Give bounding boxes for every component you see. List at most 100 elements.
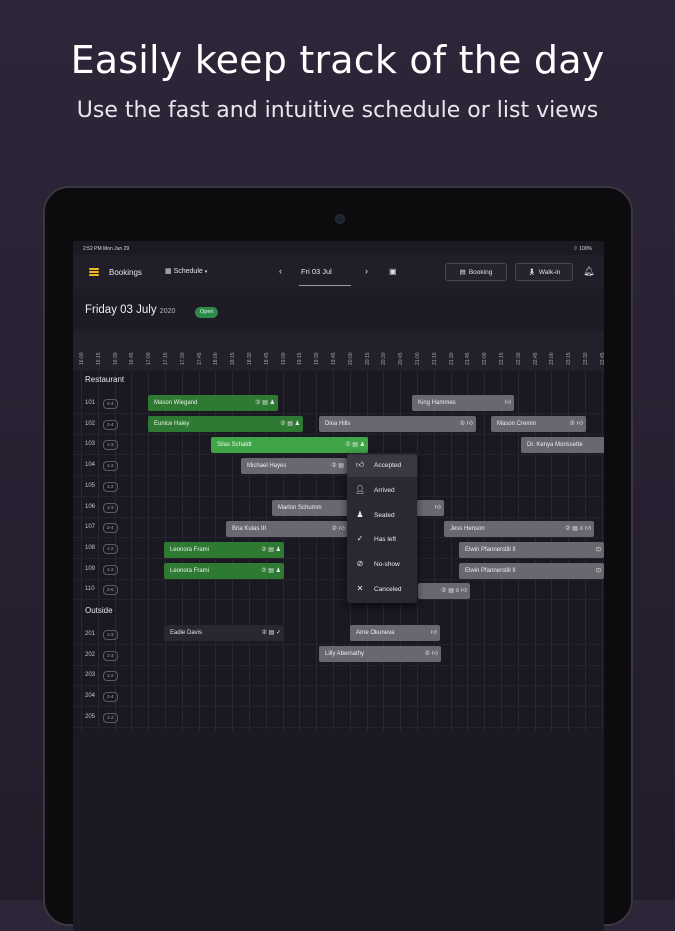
booking-block[interactable]: Lilly Abernathy ② 👍︎	[319, 646, 441, 662]
table-number: 203	[85, 672, 96, 679]
booking-status-icons: ② 👍︎	[331, 526, 345, 532]
booking-guest-name: Dr. Kenya Morissette	[527, 442, 583, 448]
menu-item-arrived[interactable]: 👤︎ Arrived	[347, 480, 417, 502]
new-booking-button[interactable]: ▤ Booking	[445, 263, 507, 281]
menu-item-label: Seated	[374, 512, 395, 519]
booking-block[interactable]: Mason Cremin ② 👍︎	[491, 416, 586, 432]
booking-block[interactable]: Elwin Pfannerstill II ⊡	[459, 542, 604, 558]
booking-block[interactable]: Dina Hills ② 👍︎	[319, 416, 476, 432]
menu-item-has-left[interactable]: ✓ Has left	[347, 529, 417, 551]
booking-block[interactable]: Elwin Pfannerstill II ⊡	[459, 563, 604, 579]
table-number: 110	[85, 586, 95, 593]
time-tick: 20:45	[398, 352, 405, 365]
booking-block[interactable]: Jess Henson ② ▤ ≡ 👍︎	[444, 521, 594, 537]
view-selector[interactable]: ▦ Schedule ▾	[165, 267, 207, 275]
capacity-badge: 1-2	[103, 564, 118, 575]
menu-item-accepted[interactable]: 👍︎ Accepted	[347, 455, 417, 477]
row-divider	[73, 685, 604, 687]
time-tick: 20:15	[364, 352, 371, 365]
time-tick: 23:45	[599, 352, 604, 365]
booking-status-icons: ② ▤ ♟	[255, 400, 275, 406]
capacity-badge: 1-2	[103, 712, 118, 723]
menu-icon[interactable]	[89, 268, 99, 276]
booking-status-icons: ⊡	[595, 568, 601, 574]
booking-block[interactable]: Dr. Kenya Morissette	[521, 437, 604, 453]
time-tick: 16:15	[95, 352, 102, 365]
thumbs-up-icon: 👍︎	[504, 400, 511, 406]
booking-block[interactable]: ② ▤ ≡ 👍︎	[418, 583, 470, 599]
time-tick: 23:00	[549, 352, 556, 365]
view-label: Schedule	[173, 268, 203, 275]
row-divider	[73, 599, 604, 601]
booking-guest-name: Lilly Abernathy	[325, 651, 365, 657]
booking-block[interactable]: Mason Wiegand ② ▤ ♟	[148, 395, 278, 411]
time-tick: 18:45	[263, 352, 270, 365]
time-tick: 19:45	[331, 352, 337, 365]
time-tick: 16:00	[79, 352, 85, 365]
booking-block[interactable]: Eunice Haley ② ▤ ♟	[148, 416, 303, 432]
time-tick: 23:30	[583, 352, 589, 365]
capacity-badge: 2-4	[103, 419, 118, 430]
status-menu: 👍︎ Accepted 👤︎ Arrived ♟ Seated ✓ Has le…	[347, 453, 417, 603]
walk-in-button[interactable]: 🚶︎ Walk-in	[515, 263, 573, 281]
menu-item-canceled[interactable]: ✕ Canceled	[347, 579, 417, 601]
day-title: Friday 03 July 2020	[85, 304, 175, 316]
booking-block[interactable]: Leonora Frami ② ▤ ♟	[164, 563, 284, 579]
day-header: Friday 03 July 2020 Open	[73, 289, 604, 331]
booking-guest-name: Jess Henson	[450, 526, 485, 532]
capacity-badge: 2-6	[103, 585, 118, 596]
capacity-badge: 1-2	[103, 671, 118, 682]
booking-block[interactable]: Eadie Davis ② ▤ ✓	[164, 625, 284, 641]
time-tick: 16:45	[129, 352, 136, 365]
booking-status-icons: ② ▤ ♟	[280, 421, 300, 427]
person-arrived-icon: 👤︎	[355, 485, 366, 494]
booking-status-icons: ⊡	[595, 547, 601, 553]
booking-guest-name: Mason Cremin	[497, 421, 537, 427]
time-tick: 21:45	[465, 352, 472, 365]
menu-item-seated[interactable]: ♟ Seated	[347, 505, 417, 527]
row-divider	[73, 495, 604, 497]
booking-status-icons: ② ▤ ≡ 👍︎	[565, 526, 591, 532]
table-number: 204	[85, 693, 96, 700]
grid-line	[131, 371, 133, 731]
date-underline	[299, 285, 351, 286]
booking-block[interactable]: Michael Hayes ② ▤	[241, 458, 347, 474]
table-number: 202	[85, 651, 96, 658]
row-divider	[73, 557, 604, 559]
calendar-icon[interactable]: ▣	[389, 267, 397, 276]
time-tick: 18:15	[230, 352, 237, 365]
time-tick: 20:00	[347, 352, 354, 365]
app-bar: Bookings ▦ Schedule ▾ ‹ Fri 03 Jul › ▣ ▤…	[73, 255, 604, 289]
booking-guest-name: Eadie Davis	[170, 630, 203, 636]
booking-block[interactable]: King Hammes 👍︎	[412, 395, 514, 411]
walkin-label: Walk-in	[538, 268, 561, 276]
table-number: 103	[85, 441, 96, 448]
schedule-grid[interactable]: 16:00 16:15 16:30 16:45 17:00 17:15 17:30 17:45…	[73, 331, 604, 931]
thumbs-up-icon: 👍︎	[430, 630, 437, 636]
menu-item-label: Has left	[374, 536, 397, 543]
calendar-plus-icon: ▤	[459, 269, 466, 276]
time-tick: 17:45	[196, 352, 203, 365]
booking-guest-name: Elwin Pfannerstill II	[465, 547, 516, 553]
time-tick: 17:00	[146, 352, 153, 365]
booking-block[interactable]: Bria Kulas III ② 👍︎	[226, 521, 348, 537]
row-divider	[73, 644, 604, 645]
row-divider	[73, 433, 604, 435]
booking-block[interactable]: Silas Schaldt ② ▤ ♟	[211, 437, 368, 453]
table-number: 205	[85, 713, 96, 720]
next-day-icon[interactable]: ›	[365, 266, 368, 276]
time-tick: 18:00	[213, 352, 220, 365]
booking-label: Booking	[468, 268, 493, 276]
bell-icon[interactable]: 🔔︎	[583, 266, 594, 277]
section-header: Outside	[85, 606, 113, 615]
no-show-icon: ⊘	[356, 559, 364, 568]
menu-item-label: Arrived	[374, 487, 395, 494]
booking-block[interactable]: Leonora Frami ② ▤ ♟	[164, 542, 284, 558]
walk-icon: 🚶︎	[527, 269, 536, 276]
booking-block[interactable]: Arne Okuneva 👍︎	[350, 625, 440, 641]
row-divider	[73, 726, 604, 728]
date-selector[interactable]: Fri 03 Jul	[301, 267, 332, 276]
menu-item-no-show[interactable]: ⊘ No-show	[347, 554, 417, 576]
prev-day-icon[interactable]: ‹	[279, 266, 282, 276]
camera-icon	[335, 214, 345, 224]
